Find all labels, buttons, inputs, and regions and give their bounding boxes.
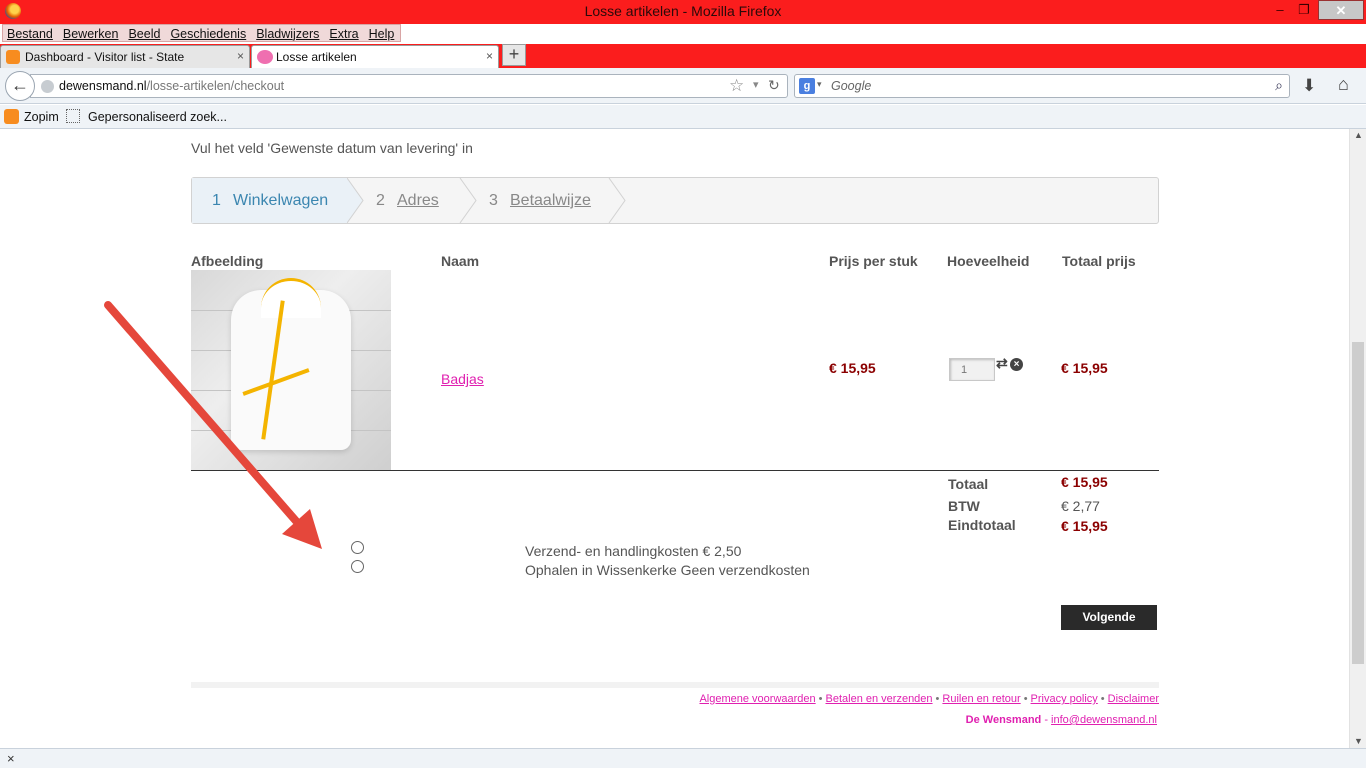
product-image[interactable] xyxy=(191,270,391,470)
btw-label: BTW xyxy=(948,498,980,514)
footer-brand: De Wensmand - info@dewensmand.nl xyxy=(965,714,1157,726)
header-totaal-prijs: Totaal prijs xyxy=(1062,253,1136,269)
tab-close-icon[interactable]: × xyxy=(486,49,493,63)
menu-help[interactable]: Help xyxy=(365,25,401,41)
tab-losse-artikelen[interactable]: Losse artikelen × xyxy=(251,45,499,68)
search-placeholder: Google xyxy=(831,79,872,93)
bookmark-page-icon xyxy=(66,109,80,123)
link-betalen-en-verzenden[interactable]: Betalen en verzenden xyxy=(826,693,933,705)
tab-dashboard[interactable]: Dashboard - Visitor list - State × xyxy=(0,45,250,68)
totaal-value: € 15,95 xyxy=(1061,474,1108,490)
header-afbeelding: Afbeelding xyxy=(191,253,264,269)
status-bar: × xyxy=(0,748,1366,768)
menu-beeld[interactable]: Beeld xyxy=(124,25,166,41)
menu-bar: Bestand Bewerken Beeld Geschiedenis Blad… xyxy=(2,24,402,42)
shipping-radio-ophalen[interactable] xyxy=(351,560,364,573)
checkout-steps: 1 Winkelwagen 2 Adres 3 Betaalwijze xyxy=(191,177,1159,224)
page-scrollbar[interactable]: ▲ ▼ xyxy=(1349,129,1366,748)
bookmark-star-icon[interactable]: ☆ xyxy=(729,76,744,96)
tab-favicon-icon xyxy=(6,50,20,64)
row-total-price: € 15,95 xyxy=(1061,360,1108,376)
bookmarks-bar: Zopim Gepersonaliseerd zoek... xyxy=(0,105,1366,129)
back-button[interactable]: ← xyxy=(5,71,35,101)
downloads-icon[interactable]: ⬇ xyxy=(1302,76,1316,96)
eindtotaal-value: € 15,95 xyxy=(1061,518,1108,534)
link-privacy-policy[interactable]: Privacy policy xyxy=(1031,693,1098,705)
site-identity-icon[interactable] xyxy=(41,80,54,93)
footer-divider xyxy=(191,682,1159,688)
search-icon[interactable]: ⌕ xyxy=(1275,77,1283,94)
tab-favicon-icon xyxy=(257,50,273,64)
menu-extra[interactable]: Extra xyxy=(325,25,364,41)
brand-name: De Wensmand xyxy=(965,714,1042,726)
shipping-radio-verzenden[interactable] xyxy=(351,541,364,554)
totaal-label: Totaal xyxy=(948,476,989,492)
search-bar[interactable]: g ▾ Google ⌕ xyxy=(794,74,1290,98)
navigation-bar: dewensmand.nl/losse-artikelen/checkout ☆… xyxy=(0,68,1366,104)
reload-icon[interactable]: ↻ xyxy=(768,77,780,94)
footer-links: Algemene voorwaarden • Betalen en verzende… xyxy=(699,693,1159,705)
remove-item-icon[interactable]: × xyxy=(1010,358,1023,371)
validation-notice: Vul het veld 'Gewenste datum van leverin… xyxy=(191,140,473,156)
window-titlebar: Losse artikelen - Mozilla Firefox – ❐ ✕ xyxy=(0,0,1366,24)
url-text: dewensmand.nl/losse-artikelen/checkout xyxy=(59,79,285,93)
link-disclaimer[interactable]: Disclaimer xyxy=(1108,693,1159,705)
url-bar[interactable]: dewensmand.nl/losse-artikelen/checkout ☆… xyxy=(30,74,788,98)
menu-bladwijzers[interactable]: Bladwijzers xyxy=(252,25,325,41)
bookmark-zopim[interactable]: Zopim xyxy=(24,110,59,124)
email-link[interactable]: info@dewensmand.nl xyxy=(1051,714,1157,726)
update-quantity-icon[interactable]: ⇄ xyxy=(996,355,1008,372)
google-engine-icon[interactable]: g xyxy=(799,78,815,94)
tab-strip: Dashboard - Visitor list - State × Losse… xyxy=(0,44,1366,68)
tab-label: Losse artikelen xyxy=(276,50,357,64)
tab-label: Dashboard - Visitor list - State xyxy=(25,50,185,64)
step-winkelwagen: 1 Winkelwagen xyxy=(192,178,347,223)
tab-close-icon[interactable]: × xyxy=(237,49,244,63)
shipping-option-verzenden: Verzend- en handlingkosten € 2,50 xyxy=(525,543,742,559)
shipping-option-ophalen: Ophalen in Wissenkerke Geen verzendkoste… xyxy=(525,562,810,578)
menu-bewerken[interactable]: Bewerken xyxy=(59,25,125,41)
btw-value: € 2,77 xyxy=(1061,498,1100,514)
unit-price: € 15,95 xyxy=(829,360,876,376)
zopim-favicon-icon xyxy=(4,109,19,124)
menu-bestand[interactable]: Bestand xyxy=(3,25,59,41)
new-tab-button[interactable]: + xyxy=(502,44,526,66)
quantity-input[interactable]: 1 xyxy=(949,358,995,381)
engine-dropdown-icon[interactable]: ▾ xyxy=(817,79,822,90)
maximize-button[interactable]: ❐ xyxy=(1292,0,1316,20)
header-hoeveelheid: Hoeveelheid xyxy=(947,253,1030,269)
bookmark-gepersonaliseerd[interactable]: Gepersonaliseerd zoek... xyxy=(88,110,227,124)
web-page: Vul het veld 'Gewenste datum van leverin… xyxy=(0,129,1349,748)
link-ruilen-en-retour[interactable]: Ruilen en retour xyxy=(942,693,1020,705)
scrollbar-thumb[interactable] xyxy=(1352,342,1364,664)
close-addon-bar-icon[interactable]: × xyxy=(7,751,15,766)
close-window-button[interactable]: ✕ xyxy=(1318,0,1364,20)
home-icon[interactable]: ⌂ xyxy=(1338,74,1349,95)
history-dropdown-icon[interactable]: ▾ xyxy=(753,78,759,91)
menu-geschiedenis[interactable]: Geschiedenis xyxy=(166,25,252,41)
scroll-down-icon[interactable]: ▼ xyxy=(1354,736,1363,746)
window-title: Losse artikelen - Mozilla Firefox xyxy=(584,3,782,19)
scroll-up-icon[interactable]: ▲ xyxy=(1354,130,1363,140)
header-naam: Naam xyxy=(441,253,480,269)
volgende-button[interactable]: Volgende xyxy=(1061,605,1157,630)
product-name-link[interactable]: Badjas xyxy=(441,371,484,387)
header-prijs-per-stuk: Prijs per stuk xyxy=(829,253,918,269)
minimize-button[interactable]: – xyxy=(1268,0,1292,20)
link-algemene-voorwaarden[interactable]: Algemene voorwaarden xyxy=(699,693,815,705)
table-divider xyxy=(191,470,1159,471)
eindtotaal-label: Eindtotaal xyxy=(948,517,1016,533)
